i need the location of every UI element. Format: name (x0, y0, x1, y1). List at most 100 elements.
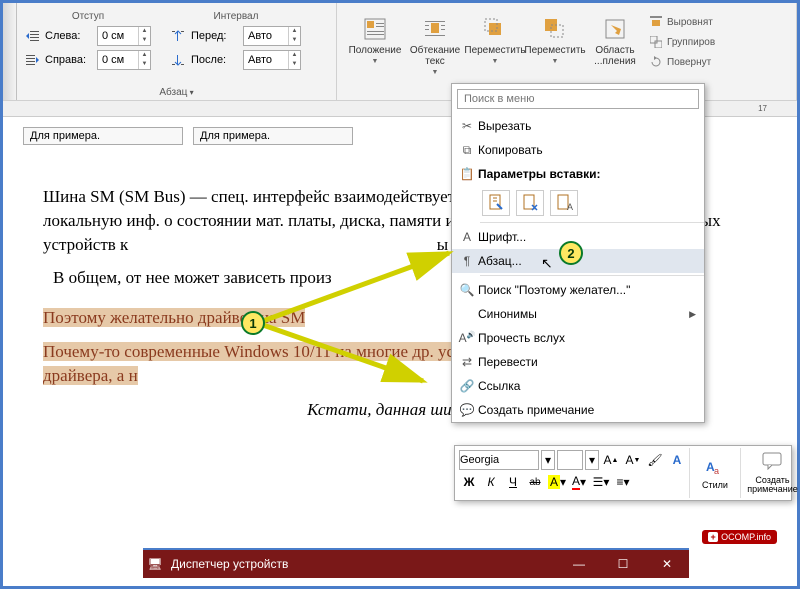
italic-button[interactable]: К (481, 472, 501, 492)
chevron-right-icon: ▶ (689, 309, 696, 320)
spin-up-icon[interactable]: ▲ (289, 51, 300, 60)
watermark: + OCOMP.info (702, 530, 777, 544)
ctx-read-aloud[interactable]: A🔊 Прочесть вслух (452, 326, 704, 350)
spacing-after-input[interactable] (244, 54, 288, 66)
separator (480, 275, 704, 276)
device-manager-titlebar: 🖥 Диспетчер устройств — ☐ ✕ (143, 548, 689, 578)
font-color-button[interactable]: A▾ (569, 472, 589, 492)
spin-down-icon[interactable]: ▼ (139, 60, 150, 69)
ctx-link[interactable]: 🔗 Ссылка (452, 374, 704, 398)
send-backward-icon (541, 15, 569, 43)
annotation-badge-2: 2 (559, 241, 583, 265)
spin-down-icon[interactable]: ▼ (289, 60, 300, 69)
paragraph-icon: ¶ (456, 254, 478, 268)
plus-icon: + (708, 532, 718, 542)
context-menu-search-input[interactable] (457, 89, 699, 109)
ctx-paste-options-header: 📋 Параметры вставки: (452, 162, 704, 186)
bullets-button[interactable]: ☰▾ (591, 472, 611, 492)
dropdown-icon: ▼ (552, 58, 559, 65)
device-manager-icon: 🖥 (143, 557, 167, 571)
separator (480, 222, 704, 223)
font-size-input[interactable] (557, 450, 583, 470)
svg-text:A: A (567, 202, 573, 212)
spacing-after-spinner[interactable]: ▲▼ (243, 50, 301, 70)
font-name-input[interactable] (459, 450, 539, 470)
table-cell[interactable]: Для примера. (23, 127, 183, 145)
paragraph-group-label[interactable]: Абзац (17, 87, 336, 98)
text-wrap-icon (421, 15, 449, 43)
paste-icon: 📋 (456, 167, 478, 181)
decrease-font-button[interactable]: A▼ (623, 450, 643, 470)
indent-right-input[interactable] (98, 54, 138, 66)
indent-left-icon (25, 28, 41, 44)
paragraph-group: Отступ Слева: ▲▼ Справа: (17, 3, 337, 100)
link-icon: 🔗 (456, 379, 478, 393)
spin-up-icon[interactable]: ▲ (289, 27, 300, 36)
maximize-button[interactable]: ☐ (601, 549, 645, 579)
ribbon-left-edge (3, 3, 17, 100)
ctx-search-selection[interactable]: 🔍 Поиск "Поэтому желател..." (452, 278, 704, 302)
read-aloud-icon: A🔊 (456, 331, 478, 345)
ctx-cut[interactable]: ✂ Вырезать (452, 114, 704, 138)
strike-button[interactable]: ab (525, 472, 545, 492)
ctx-translate[interactable]: ⇄ Перевести (452, 350, 704, 374)
copy-icon: ⧉ (456, 143, 478, 158)
spacing-title: Интервал (171, 11, 301, 22)
dropdown-icon[interactable]: ▾ (541, 450, 555, 470)
spin-down-icon[interactable]: ▼ (289, 36, 300, 45)
ctx-synonyms[interactable]: Синонимы ▶ (452, 302, 704, 326)
comment-icon: 💬 (456, 403, 478, 417)
comment-icon (762, 452, 784, 474)
cut-icon: ✂ (456, 119, 478, 133)
increase-font-button[interactable]: A▲ (601, 450, 621, 470)
context-menu-search (452, 84, 704, 114)
annotation-badge-1: 1 (241, 311, 265, 335)
minimize-button[interactable]: — (557, 549, 601, 579)
indent-right-icon (25, 52, 41, 68)
ctx-copy[interactable]: ⧉ Копировать (452, 138, 704, 162)
close-button[interactable]: ✕ (645, 549, 689, 579)
mini-toolbar: ▾ ▾ A▲ A▼ 🖌 A Ж К Ч ab A▾ A▾ ☰▾ ≡▾ Aa Ст… (454, 445, 792, 501)
indent-left-input[interactable] (98, 30, 138, 42)
paste-keep-formatting[interactable] (482, 190, 510, 216)
highlight-button[interactable]: A▾ (547, 472, 567, 492)
spin-up-icon[interactable]: ▲ (139, 27, 150, 36)
numbering-button[interactable]: ≡▾ (613, 472, 633, 492)
spacing-before-spinner[interactable]: ▲▼ (243, 26, 301, 46)
search-icon: 🔍 (456, 283, 478, 297)
styles-button[interactable]: Aa Стили (690, 448, 740, 498)
new-comment-button[interactable]: Создать примечание (740, 448, 800, 498)
group-button[interactable]: Группиров (645, 33, 719, 51)
ctx-new-comment[interactable]: 💬 Создать примечание (452, 398, 704, 422)
dropdown-icon[interactable]: ▾ (585, 450, 599, 470)
table-cell[interactable]: Для примера. (193, 127, 353, 145)
translate-icon: ⇄ (456, 355, 478, 369)
spin-up-icon[interactable]: ▲ (139, 51, 150, 60)
position-icon (361, 15, 389, 43)
spin-down-icon[interactable]: ▼ (139, 36, 150, 45)
indent-left-label: Слева: (45, 30, 93, 42)
rotate-icon (649, 55, 663, 69)
indent-right-spinner[interactable]: ▲▼ (97, 50, 151, 70)
device-manager-title: Диспетчер устройств (167, 557, 557, 571)
bold-button[interactable]: Ж (459, 472, 479, 492)
spacing-after-label: После: (191, 54, 239, 66)
spacing-before-icon (171, 28, 187, 44)
format-painter-button[interactable]: 🖌 (645, 450, 665, 470)
clear-formatting-button[interactable]: A (667, 450, 687, 470)
dropdown-icon: ▼ (372, 58, 379, 65)
align-button[interactable]: Выровнят (645, 13, 719, 31)
paste-text-only[interactable]: A (550, 190, 578, 216)
spacing-before-input[interactable] (244, 30, 288, 42)
rotate-button[interactable]: Повернут (645, 53, 719, 71)
indent-left-spinner[interactable]: ▲▼ (97, 26, 151, 46)
ruler-tick: 17 (758, 104, 767, 113)
styles-icon: Aa (704, 457, 726, 479)
ctx-paste-options: A (452, 186, 704, 220)
underline-button[interactable]: Ч (503, 472, 523, 492)
position-button[interactable]: Положение▼ (345, 11, 405, 100)
indent-right-label: Справа: (45, 54, 93, 66)
selected-text[interactable]: Поэтому желательно драйвер на SM (43, 308, 305, 327)
group-icon (649, 35, 663, 49)
paste-merge-formatting[interactable] (516, 190, 544, 216)
